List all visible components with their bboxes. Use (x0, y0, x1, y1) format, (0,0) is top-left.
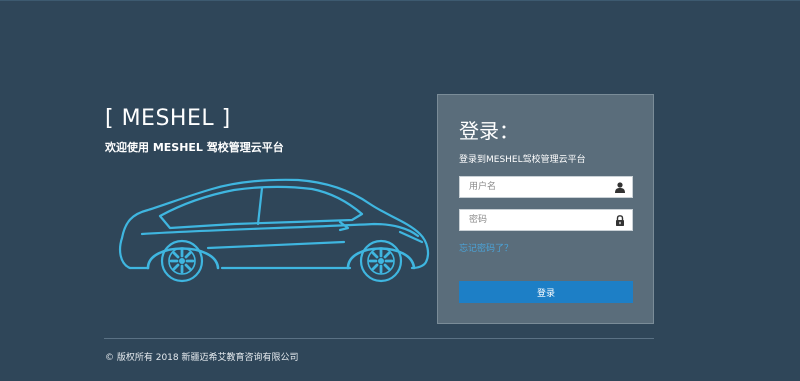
login-button[interactable]: 登录 (459, 281, 633, 303)
login-panel: 登录： 登录到MESHEL驾校管理云平台 忘记密码了？ 登录 (437, 94, 654, 324)
password-field[interactable] (459, 209, 633, 231)
footer-divider (104, 338, 654, 339)
copyright-text: © 版权所有 2018 新疆迈希艾教育咨询有限公司 (105, 353, 299, 363)
user-icon (615, 182, 625, 193)
top-divider (0, 0, 800, 1)
login-subtitle: 登录到MESHEL驾校管理云平台 (459, 155, 586, 165)
brand-subtitle: 欢迎使用 MESHEL 驾校管理云平台 (105, 141, 284, 154)
forgot-password-link[interactable]: 忘记密码了？ (459, 241, 513, 254)
username-field[interactable] (459, 176, 633, 198)
car-icon (119, 178, 430, 283)
brand-title: [ MESHEL ] (105, 106, 231, 131)
username-input[interactable] (460, 177, 610, 197)
lock-icon (616, 215, 624, 226)
password-input[interactable] (460, 210, 610, 230)
login-title: 登录： (459, 119, 519, 143)
